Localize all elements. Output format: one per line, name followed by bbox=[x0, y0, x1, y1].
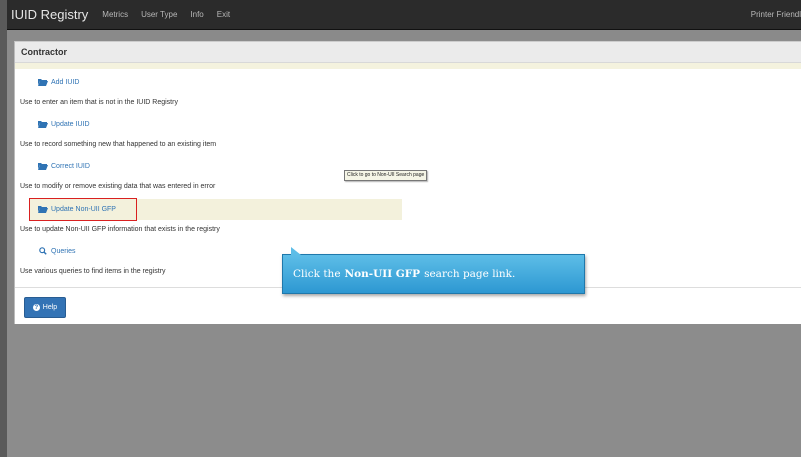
help-label: Help bbox=[42, 304, 58, 311]
folder-open-icon bbox=[38, 163, 48, 170]
correct-iuid-label: Correct IUID bbox=[51, 162, 90, 170]
queries-description: Use various queries to find items in the… bbox=[20, 268, 166, 275]
add-iuid-label: Add IUID bbox=[51, 78, 80, 86]
folder-open-icon bbox=[38, 121, 48, 128]
update-iuid-link[interactable]: Update IUID bbox=[38, 117, 90, 131]
add-iuid-description: Use to enter an item that is not in the … bbox=[20, 99, 178, 106]
panel-heading: Contractor bbox=[15, 42, 801, 63]
toolbar-strip bbox=[7, 30, 801, 40]
correct-iuid-link[interactable]: Correct IUID bbox=[38, 159, 90, 173]
tooltip: Click to go to Non-UII Search page bbox=[344, 170, 428, 181]
panel-title: Contractor bbox=[21, 47, 68, 57]
correct-iuid-description: Use to modify or remove existing data th… bbox=[20, 183, 216, 190]
update-iuid-description: Use to record something new that happene… bbox=[20, 141, 217, 148]
top-navbar: IUID Registry Metrics User Type Info Exi… bbox=[7, 0, 801, 30]
nav-metrics[interactable]: Metrics bbox=[102, 10, 128, 19]
callout-prefix: Click the bbox=[293, 268, 341, 280]
update-non-uii-gfp-link[interactable]: Update Non-UII GFP bbox=[38, 202, 116, 216]
folder-open-icon bbox=[38, 206, 48, 213]
callout-pointer bbox=[291, 247, 301, 255]
add-iuid-link[interactable]: Add IUID bbox=[38, 75, 79, 89]
question-circle-icon: ? bbox=[32, 304, 40, 311]
callout-bold-text: Non-UII GFP bbox=[344, 268, 421, 280]
queries-label: Queries bbox=[51, 247, 76, 255]
update-non-uii-gfp-label: Update Non-UII GFP bbox=[51, 205, 116, 213]
callout-suffix: search page link. bbox=[424, 268, 516, 280]
help-button[interactable]: ? Help bbox=[24, 297, 66, 318]
nav-exit[interactable]: Exit bbox=[217, 10, 230, 19]
printer-friendly-link[interactable]: Printer Friendl bbox=[751, 10, 801, 19]
folder-open-icon bbox=[38, 79, 48, 86]
brand-title[interactable]: IUID Registry bbox=[11, 7, 88, 22]
update-iuid-label: Update IUID bbox=[51, 120, 90, 128]
nav-info[interactable]: Info bbox=[190, 10, 203, 19]
window-frame bbox=[0, 0, 7, 457]
queries-link[interactable]: Queries bbox=[38, 244, 76, 258]
instruction-callout: Click the Non-UII GFP search page link. bbox=[282, 247, 585, 294]
search-icon bbox=[39, 247, 47, 255]
nav-user-type[interactable]: User Type bbox=[141, 10, 177, 19]
update-non-uii-gfp-description: Use to update Non-UII GFP information th… bbox=[20, 226, 220, 233]
panel-subbar bbox=[15, 63, 801, 69]
